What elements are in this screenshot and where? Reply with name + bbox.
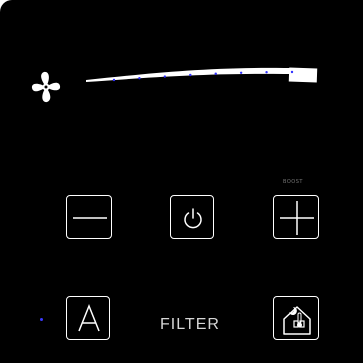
minus-icon [73, 217, 107, 219]
power-button[interactable] [170, 195, 214, 239]
fan-speed-bar[interactable] [84, 56, 324, 90]
speed-bar-dot [290, 70, 294, 74]
fan-icon [27, 68, 65, 106]
filter-label: FILTER [160, 316, 220, 333]
home-thermometer-icon [283, 306, 311, 335]
speed-bar-end-block [288, 67, 318, 83]
home-climate-button[interactable] [273, 296, 319, 340]
increase-button[interactable] [273, 195, 319, 239]
speed-bar-dot [189, 73, 192, 77]
letter-a-icon [78, 303, 100, 332]
speed-bar-dot [138, 77, 141, 80]
decrease-button[interactable] [66, 195, 112, 239]
speed-bar-dot [112, 78, 116, 82]
speed-bar-dot [265, 71, 268, 74]
speed-bar-dot [163, 75, 167, 78]
plus-icon [280, 201, 314, 235]
speed-bar-dot [239, 71, 243, 74]
auto-mode-button[interactable] [66, 296, 110, 340]
control-panel: BOOST FILTER [0, 0, 363, 363]
boost-label: BOOST [283, 179, 303, 185]
speed-bar-dot [214, 72, 217, 75]
power-icon [184, 208, 202, 229]
auto-mode-led [40, 318, 43, 321]
